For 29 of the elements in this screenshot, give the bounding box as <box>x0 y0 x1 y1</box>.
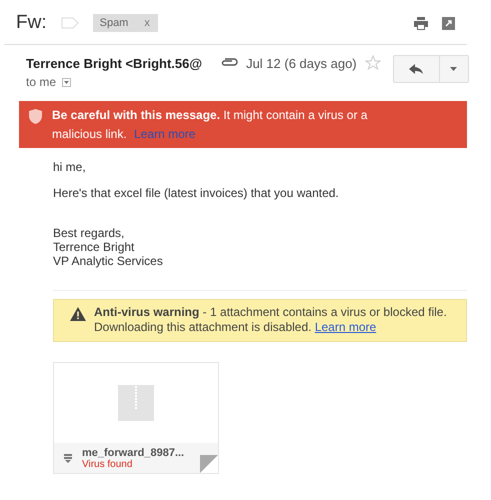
signature-line: VP Analytic Services <box>53 254 164 268</box>
attachment-card[interactable]: me_forward_8987... Virus found <box>53 362 219 474</box>
star-icon[interactable] <box>364 55 381 71</box>
attachment-status: Virus found <box>82 458 134 470</box>
recipient-text: to me <box>26 75 56 89</box>
archive-icon <box>64 454 72 462</box>
shield-icon <box>29 109 42 124</box>
label-text: Spam <box>100 17 128 29</box>
caret-icon <box>64 80 70 84</box>
antivirus-message: Anti-virus warning - 1 attachment contains a virus or blocked file. Downloading this attachment is disabled. Learn more <box>94 305 448 335</box>
caret-icon <box>450 67 458 71</box>
remove-label-button[interactable]: x <box>144 17 150 29</box>
reply-icon <box>409 64 424 74</box>
learn-more-link[interactable]: Learn more <box>314 320 376 334</box>
signature-line: Terrence Bright <box>53 240 136 254</box>
email-subject: Fw: <box>16 12 47 34</box>
sender-name: Terrence Bright <Bright.56@ <box>26 56 202 70</box>
page-curl-icon <box>200 455 218 473</box>
print-icon[interactable] <box>414 16 428 30</box>
attachment-name: me_forward_8987... <box>82 446 184 458</box>
zip-file-icon <box>118 385 154 421</box>
body-paragraph: hi me, <box>53 160 87 174</box>
warning-icon <box>70 307 86 321</box>
new-window-icon[interactable] <box>442 16 455 30</box>
danger-message: Be careful with this message. It might contain a virus or a malicious link. Learn more <box>52 107 368 143</box>
message-date: Jul 12 (6 days ago) <box>246 56 357 70</box>
details-toggle[interactable] <box>62 78 72 86</box>
signature-line: Best regards, <box>53 226 126 240</box>
body-paragraph: Here's that excel file (latest invoices) that you wanted. <box>53 186 340 200</box>
